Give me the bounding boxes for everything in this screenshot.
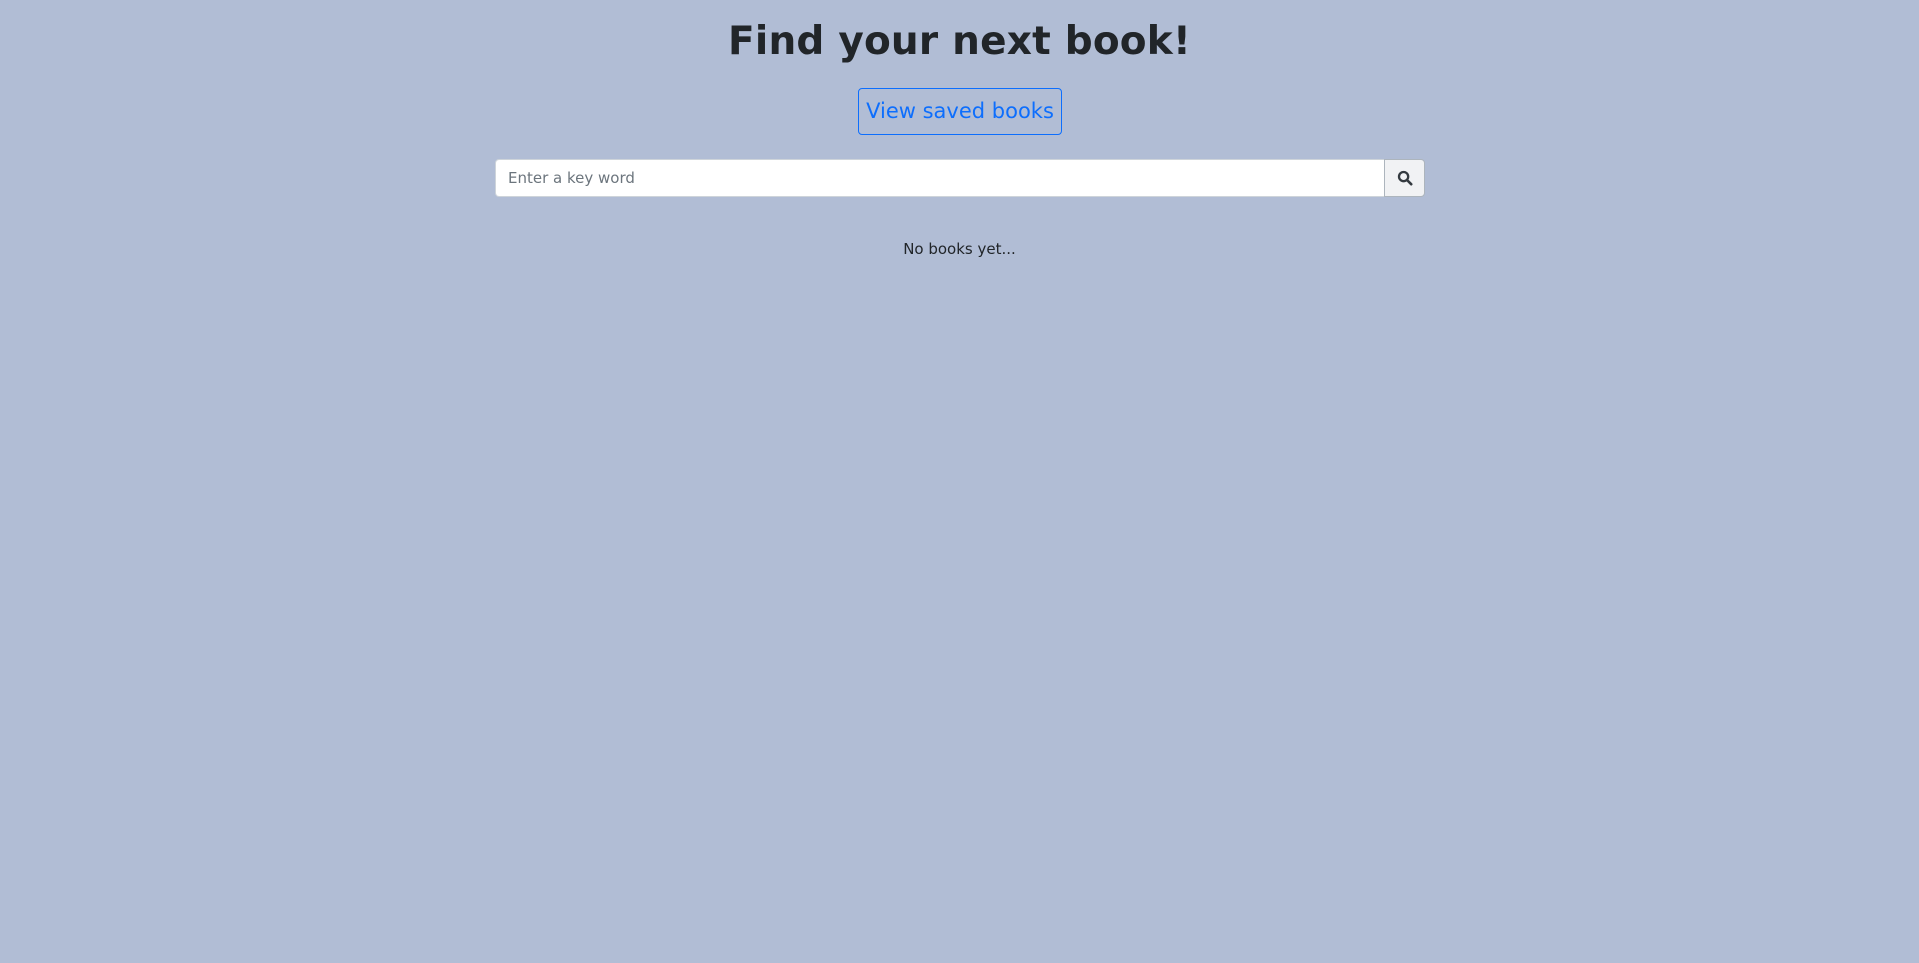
empty-results-message: No books yet... (903, 240, 1016, 258)
search-bar (495, 159, 1425, 197)
page-title: Find your next book! (728, 19, 1191, 64)
search-icon (1397, 170, 1412, 186)
view-saved-books-button[interactable]: View saved books (858, 88, 1062, 135)
search-button[interactable] (1384, 159, 1425, 197)
search-input[interactable] (495, 159, 1384, 197)
